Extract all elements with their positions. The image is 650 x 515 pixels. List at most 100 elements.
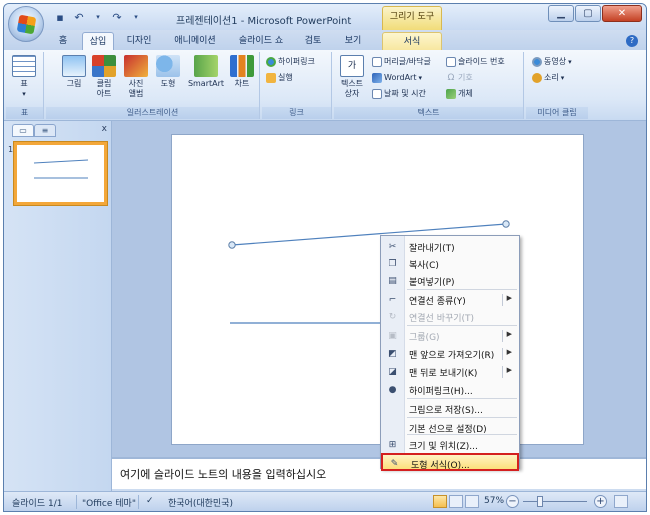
textbox-button[interactable]: 가 텍스트 상자 — [338, 55, 366, 99]
context-menu-item[interactable]: ▣ 그룹(G) ▶ — [381, 327, 519, 345]
smartart-button[interactable]: SmartArt — [186, 55, 226, 89]
datetime-button[interactable]: 날짜 및 시간 — [372, 88, 426, 100]
context-menu-item[interactable]: ● 하이퍼링크(H)... — [381, 381, 519, 399]
shapes-button[interactable]: 도형 — [154, 55, 182, 89]
context-menu-item[interactable]: ◪ 맨 뒤로 보내기(K) ▶ — [381, 363, 519, 381]
undo-icon[interactable]: ↶ — [71, 10, 87, 24]
context-menu-item[interactable]: ✎ 도형 서식(O)... — [381, 453, 519, 471]
tab-view[interactable]: 보기 — [336, 32, 370, 50]
wordart-button[interactable]: WordArt ▾ — [372, 72, 422, 84]
status-bar: 슬라이드 1/1 "Office 테마" ✓ 한국어(대한민국) 57% − + — [4, 491, 646, 511]
tab-insert[interactable]: 삽입 — [82, 32, 114, 50]
context-menu-item[interactable]: ⊞ 크기 및 위치(Z)... — [381, 436, 519, 454]
slide-thumbnail-drawing — [33, 159, 89, 179]
submenu-arrow-icon[interactable]: ▶ — [507, 294, 512, 302]
submenu-split-divider — [502, 294, 503, 306]
sound-button[interactable]: 소리 ▾ — [532, 72, 564, 84]
group-illustrations: 그림 클립 아트 사진 앨범 도형 SmartArt 차트 일러스트레이션 — [46, 52, 260, 119]
tab-slideshow[interactable]: 슬라이드 쇼 — [232, 32, 290, 50]
group-links-label: 링크 — [262, 107, 331, 119]
movie-button[interactable]: 동영상 ▾ — [532, 56, 572, 68]
slideshow-view-button[interactable] — [465, 495, 479, 508]
context-menu-item[interactable]: ↻ 연결선 바꾸기(T) — [381, 308, 519, 326]
object-button[interactable]: 개체 — [446, 88, 473, 100]
zoom-in-button[interactable]: + — [594, 495, 607, 508]
maximize-button[interactable]: ▢ — [575, 5, 601, 22]
spellcheck-icon[interactable]: ✓ — [146, 496, 154, 506]
zoom-level[interactable]: 57% — [484, 496, 504, 506]
tab-design[interactable]: 디자인 — [118, 32, 160, 50]
redo-icon[interactable]: ↷ — [109, 10, 125, 24]
context-menu-item[interactable]: ▤ 붙여넣기(P) — [381, 272, 519, 290]
tab-review[interactable]: 검토 — [296, 32, 330, 50]
zoom-slider-thumb[interactable] — [536, 496, 543, 507]
context-menu-item-label: 연결선 종류(Y) — [409, 297, 466, 307]
wordart-label: WordArt — [384, 73, 417, 82]
fit-slide-button[interactable] — [614, 495, 628, 508]
chart-icon — [230, 55, 254, 77]
tab-home[interactable]: 홈 — [48, 32, 78, 50]
slide-sorter-button[interactable] — [449, 495, 463, 508]
clipart-button[interactable]: 클립 아트 — [90, 55, 118, 99]
context-menu-item[interactable]: 기본 선으로 설정(D) — [381, 419, 519, 437]
zoom-slider-track[interactable] — [523, 501, 587, 502]
submenu-arrow-icon[interactable]: ▶ — [507, 348, 512, 356]
notes-pane[interactable]: 여기에 슬라이드 노트의 내용을 입력하십시오 — [112, 457, 646, 489]
hyperlink-button[interactable]: 하이퍼링크 — [266, 56, 315, 68]
action-button[interactable]: 실행 — [266, 72, 293, 84]
slide-number-button[interactable]: 슬라이드 번호 — [446, 56, 505, 68]
photo-album-icon — [124, 55, 148, 77]
paste-icon: ▤ — [388, 276, 397, 286]
notes-placeholder[interactable]: 여기에 슬라이드 노트의 내용을 입력하십시오 — [120, 466, 326, 482]
photo-album-button[interactable]: 사진 앨범 — [122, 55, 150, 99]
context-menu-item-label: 맨 뒤로 보내기(K) — [409, 369, 478, 379]
slide-canvas[interactable] — [171, 134, 584, 445]
chart-button[interactable]: 차트 — [228, 55, 256, 89]
submenu-arrow-icon[interactable]: ▶ — [507, 366, 512, 374]
dropdown-icon[interactable]: ▾ — [90, 10, 106, 24]
group-table: 표 ▾ 표 — [6, 52, 44, 119]
slide-thumbnail[interactable] — [14, 142, 107, 205]
table-button[interactable]: 표 ▾ — [10, 55, 38, 99]
context-menu-item-label: 도형 서식(O)... — [411, 461, 470, 471]
save-icon[interactable]: ▪ — [52, 10, 68, 24]
normal-view-button[interactable] — [433, 495, 447, 508]
context-menu-item[interactable]: ⌐ 연결선 종류(Y) ▶ — [381, 291, 519, 309]
line-start-handle[interactable] — [228, 241, 236, 249]
table-icon — [12, 55, 36, 77]
language-indicator[interactable]: 한국어(대한민국) — [168, 496, 233, 509]
submenu-split-divider — [502, 348, 503, 360]
zoom-out-button[interactable]: − — [506, 495, 519, 508]
submenu-arrow-icon[interactable]: ▶ — [507, 330, 512, 338]
line-end-handle[interactable] — [502, 220, 510, 228]
group-media: 동영상 ▾ 소리 ▾ 미디어 클립 — [526, 52, 588, 119]
group-links: 하이퍼링크 실행 링크 — [262, 52, 332, 119]
movie-icon — [532, 57, 542, 67]
hyperlink-icon — [266, 57, 276, 67]
theme-indicator[interactable]: "Office 테마" — [82, 496, 136, 509]
picture-button[interactable]: 그림 — [60, 55, 88, 89]
chart-button-label: 차트 — [234, 79, 250, 88]
group-illustrations-label: 일러스트레이션 — [46, 107, 259, 119]
tab-animations[interactable]: 애니메이션 — [166, 32, 224, 50]
header-footer-button[interactable]: 머리글/바닥글 — [372, 56, 431, 68]
shapes-button-label: 도형 — [160, 79, 176, 88]
context-menu-item[interactable]: ❐ 복사(C) — [381, 255, 519, 273]
context-menu: ✂ 잘라내기(T) ❐ 복사(C) ▤ 붙여넣기(P) ⌐ 연결선 종류(Y) ▶ ↻ 연결선 바꾸… — [380, 235, 520, 471]
format-shape-icon: ✎ — [390, 459, 399, 469]
close-button[interactable]: ✕ — [602, 5, 642, 22]
help-icon[interactable]: ? — [626, 35, 638, 47]
window-controls: ▁ ▢ ✕ — [548, 5, 642, 22]
symbol-button[interactable]: Ω 기호 — [446, 72, 473, 84]
tab-slides[interactable]: ▭ — [12, 124, 34, 137]
tab-format[interactable]: 서식 — [382, 32, 442, 50]
customize-qat-icon[interactable]: ▾ — [128, 10, 144, 24]
context-menu-item[interactable]: ✂ 잘라내기(T) — [381, 238, 519, 256]
panel-close-icon[interactable]: x — [102, 124, 107, 134]
tab-outline[interactable]: ≡ — [34, 124, 56, 137]
office-button[interactable] — [8, 6, 44, 42]
context-menu-item-label: 맨 앞으로 가져오기(R) — [409, 351, 495, 361]
minimize-button[interactable]: ▁ — [548, 5, 574, 22]
context-menu-item[interactable]: ◩ 맨 앞으로 가져오기(R) ▶ — [381, 345, 519, 363]
context-menu-item[interactable]: 그림으로 저장(S)... — [381, 400, 519, 418]
